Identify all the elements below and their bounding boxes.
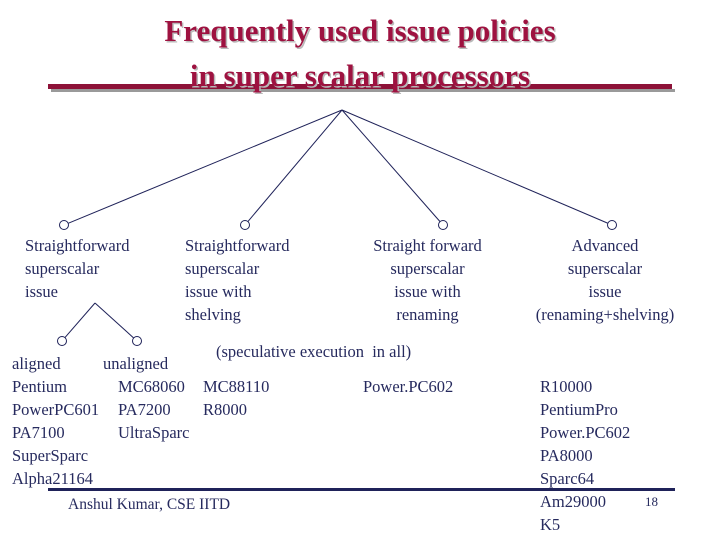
title-line-1: Frequently used issue policies: [164, 13, 556, 48]
shelving-processor-line-1: MC88110: [203, 377, 270, 396]
cat4-text-line-3: issue: [588, 282, 622, 301]
aligned-processor-line-3: PA7100: [12, 423, 65, 442]
tree-node-2: [240, 220, 250, 230]
processor-list-aligned: Pentium PowerPC601 PA7100 SuperSparc Alpha21…: [12, 375, 99, 490]
advanced-processor-line-5: Sparc64: [540, 469, 595, 488]
aligned-processor-line-5: Alpha21164: [12, 469, 93, 488]
advanced-processor-line-4: PA8000: [540, 446, 593, 465]
footer-divider-rule: [48, 488, 675, 491]
aligned-processor-line-1: Pentium: [12, 377, 68, 396]
cat2-text-line-1: Straightforward: [185, 236, 290, 255]
cat1-text-line-1: Straightforward: [25, 236, 130, 255]
subtree-edge-2: [94, 302, 134, 339]
tree-edge-1: [67, 109, 343, 224]
advanced-processor-line-6: Am29000: [540, 492, 606, 511]
subtree-node-2: [132, 336, 142, 346]
cat4-text-line-2: superscalar: [567, 259, 643, 278]
tree-edge-4: [341, 109, 609, 224]
cat2-text-line-4: shelving: [185, 305, 241, 324]
processor-list-renaming: Power.PC602: [363, 375, 453, 398]
aligned-processor-line-2: PowerPC601: [12, 400, 100, 419]
subcategory-label-aligned: aligned: [12, 354, 61, 373]
category-straightforward-issue: Straightforward superscalar issue: [25, 234, 195, 303]
tree-node-4: [607, 220, 617, 230]
subcategory-label-unaligned: unaligned: [103, 354, 169, 373]
title-divider-rule: [48, 84, 675, 92]
cat4-text-line-1: Advanced: [571, 236, 639, 255]
processor-list-unaligned: MC68060 PA7200 UltraSparc: [118, 375, 189, 444]
unaligned-processor-line-2: PA7200: [118, 400, 171, 419]
advanced-processor-line-7: K5: [540, 515, 561, 534]
cat3-text-line-3: issue with: [394, 282, 461, 301]
tree-node-3: [438, 220, 448, 230]
slide-canvas: Frequently used issue policies in super …: [0, 0, 720, 540]
footer-author: Anshul Kumar, CSE IITD: [68, 496, 231, 513]
advanced-processor-line-1: R10000: [540, 377, 593, 396]
slide-number: 18: [645, 494, 658, 509]
cat3-text-line-2: superscalar: [390, 259, 465, 278]
cat1-text-line-2: superscalar: [25, 259, 100, 278]
unaligned-processor-line-3: UltraSparc: [118, 423, 190, 442]
speculative-execution-note: (speculative execution in all): [216, 342, 412, 361]
advanced-processor-line-3: Power.PC602: [540, 423, 631, 442]
renaming-processor-line-1: Power.PC602: [363, 377, 454, 396]
tree-edge-3: [341, 109, 441, 222]
cat3-text-line-1: Straight forward: [373, 236, 482, 255]
category-advanced-issue: Advanced superscalar issue (renaming+shelvi…: [517, 234, 693, 326]
unaligned-processor-line-1: MC68060: [118, 377, 185, 396]
cat3-text-line-4: renaming: [396, 305, 459, 324]
cat4-text-line-4: (renaming+shelving): [535, 305, 675, 324]
tree-edge-2: [247, 109, 343, 222]
subtree-edge-1: [64, 302, 96, 338]
tree-node-1: [59, 220, 69, 230]
processor-list-shelving: MC88110 R8000: [203, 375, 269, 421]
cat2-text-line-2: superscalar: [185, 259, 260, 278]
cat1-text-line-3: issue: [25, 282, 58, 301]
category-issue-with-shelving: Straightforward superscalar issue with shel…: [185, 234, 355, 326]
aligned-processor-line-4: SuperSparc: [12, 446, 89, 465]
advanced-processor-line-2: PentiumPro: [540, 400, 618, 419]
cat2-text-line-3: issue with: [185, 282, 252, 301]
subtree-node-1: [57, 336, 67, 346]
processor-list-advanced: R10000 PentiumPro Power.PC602 PA8000 Sparc64…: [540, 375, 630, 536]
category-issue-with-renaming: Straight forward superscalar issue with ren…: [345, 234, 510, 326]
shelving-processor-line-2: R8000: [203, 400, 248, 419]
